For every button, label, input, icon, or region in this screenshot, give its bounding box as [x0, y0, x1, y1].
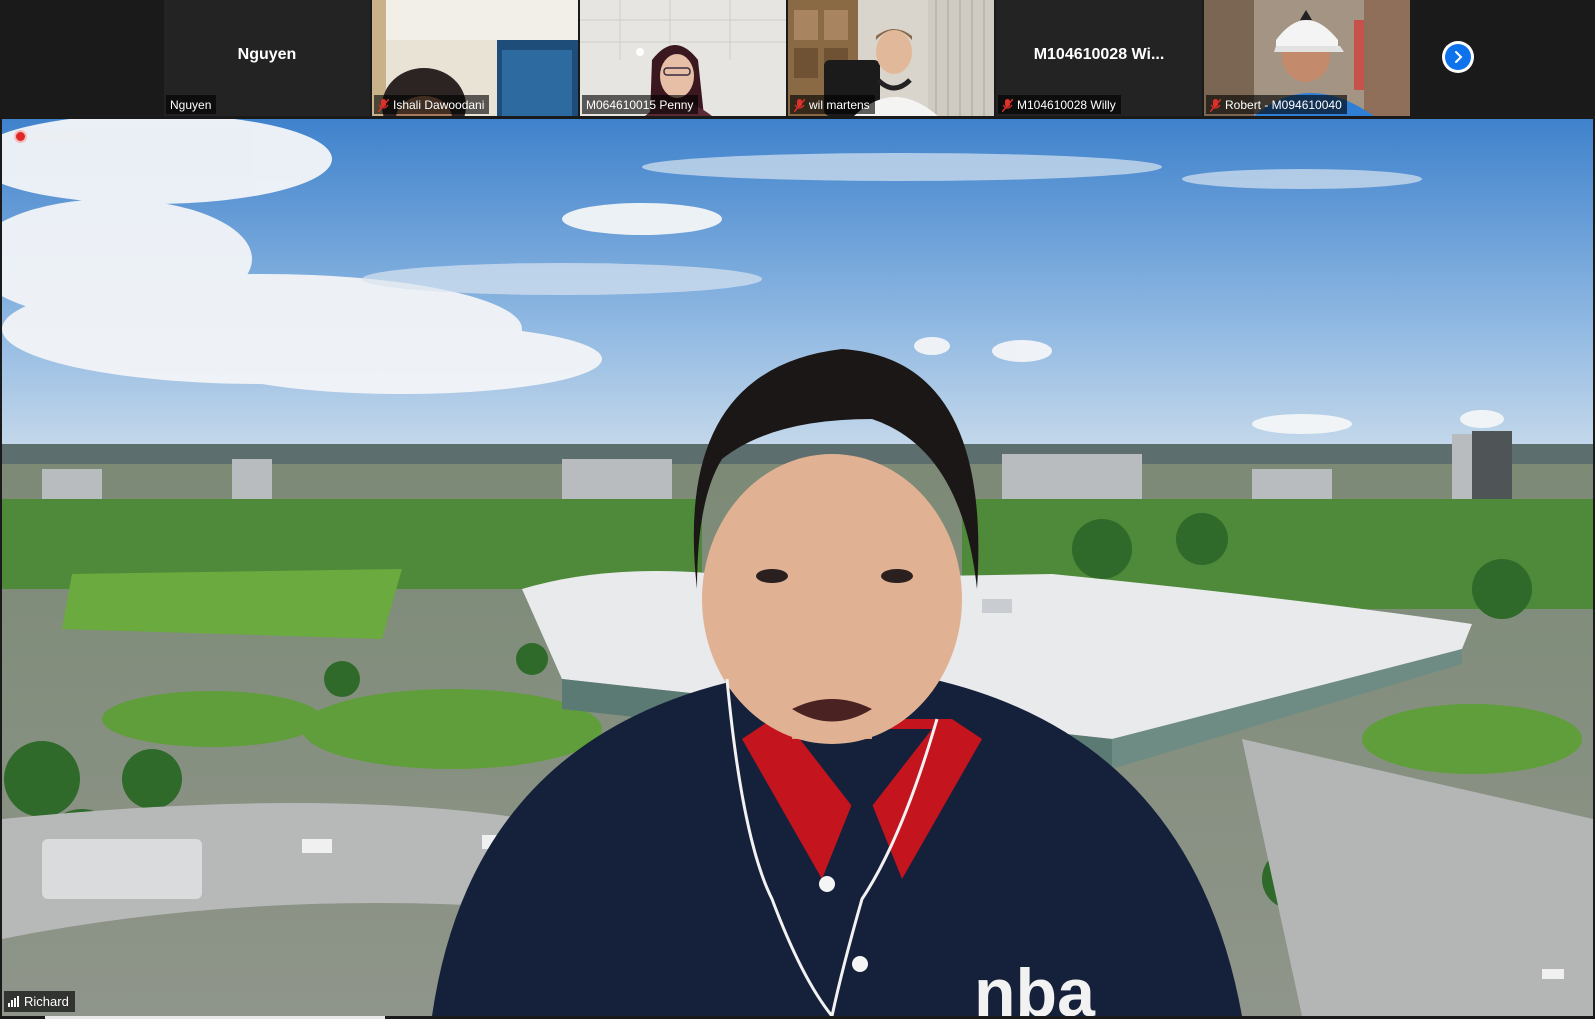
- participant-name-tag: M104610028 Willy: [998, 95, 1121, 114]
- participant-center-name: Nguyen: [237, 46, 297, 63]
- recording-label: Recording: [33, 129, 88, 143]
- participant-tile-penny[interactable]: M064610015 Penny: [580, 0, 786, 116]
- participant-name-tag: wil martens: [790, 95, 875, 114]
- next-page-button[interactable]: [1442, 41, 1474, 73]
- participant-tile-willy[interactable]: M104610028 Wi... M104610028 Willy: [996, 0, 1202, 116]
- participant-center-name: M104610028 Wi...: [1033, 46, 1165, 63]
- recording-indicator[interactable]: Recording: [14, 129, 88, 143]
- shirt-logo: nba: [974, 955, 1096, 1016]
- speaker-person: nba: [432, 349, 1242, 1016]
- participant-name: Nguyen: [170, 98, 212, 112]
- participant-name-tag: Robert - M094610040: [1206, 95, 1347, 114]
- active-speaker-video: nba Recording Richard: [2, 119, 1593, 1016]
- participant-name: M104610028 Willy: [1017, 98, 1116, 112]
- participant-name-tag: Ishali Dawoodani: [374, 95, 490, 114]
- mic-muted-icon: [794, 99, 805, 112]
- participant-name: Robert - M094610040: [1225, 98, 1342, 112]
- speaker-name-tag: Richard: [4, 991, 75, 1012]
- participant-name-tag: M064610015 Penny: [582, 95, 699, 114]
- participant-name: wil martens: [809, 98, 870, 112]
- participant-name: Ishali Dawoodani: [393, 98, 485, 112]
- participant-tile-wil-martens[interactable]: wil martens: [788, 0, 994, 116]
- participant-tile-robert[interactable]: Robert - M094610040: [1204, 0, 1410, 116]
- recording-dot-icon: [14, 129, 27, 143]
- participant-name: M064610015 Penny: [586, 98, 694, 112]
- mic-muted-icon: [378, 99, 389, 112]
- signal-bars-icon: [8, 996, 19, 1007]
- mic-muted-icon: [1210, 99, 1221, 112]
- participant-tile-nguyen[interactable]: Nguyen Nguyen: [164, 0, 370, 116]
- participant-tile-ishali[interactable]: Ishali Dawoodani: [372, 0, 578, 116]
- participant-name-tag: Nguyen: [166, 95, 217, 114]
- chevron-right-icon: [1445, 44, 1471, 70]
- gallery-strip: Nguyen Nguyen Ishali Dawoodani M06461001…: [0, 0, 1595, 118]
- speaker-name: Richard: [24, 994, 69, 1009]
- mic-muted-icon: [1002, 99, 1013, 112]
